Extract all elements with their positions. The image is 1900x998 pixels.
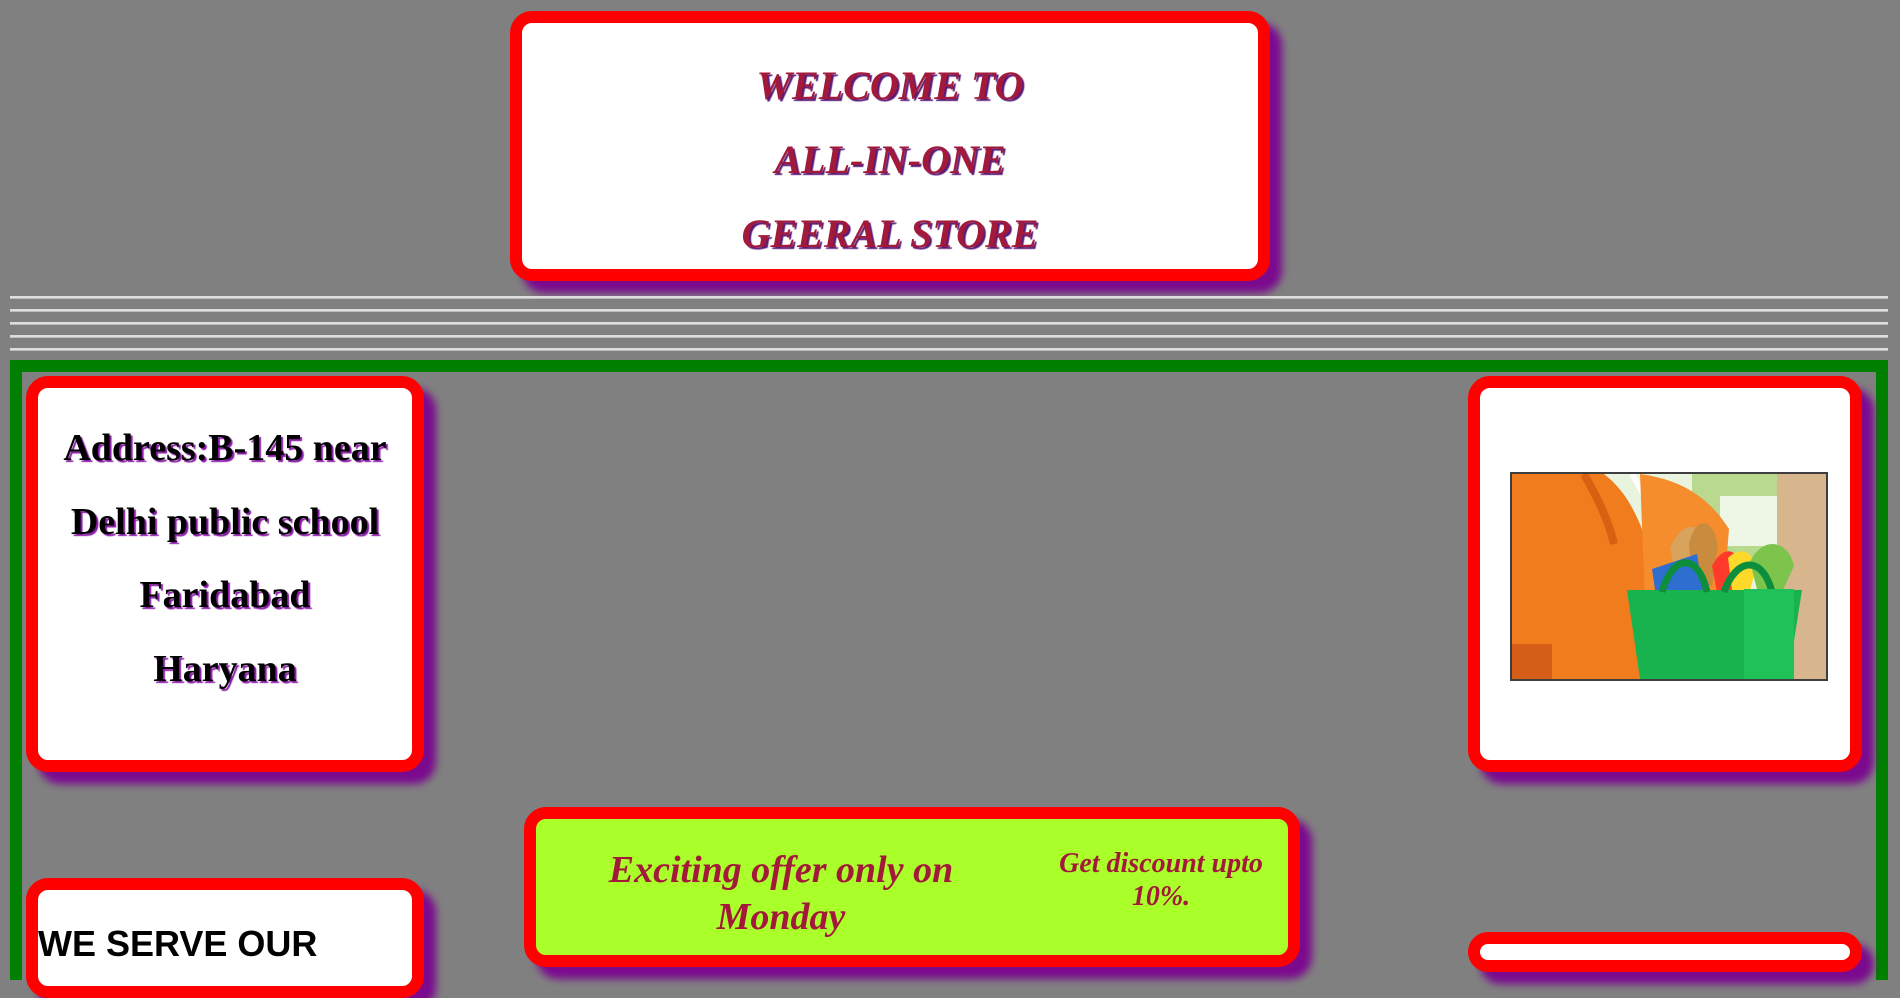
address-card: Address:B-145 near Delhi public school F… xyxy=(26,376,424,772)
divider-line-3 xyxy=(10,322,1888,324)
welcome-line-1: WELCOME TO xyxy=(756,63,1024,108)
welcome-banner: WELCOME TO ALL-IN-ONE GEERAL STORE xyxy=(510,11,1270,281)
services-card: WE SERVE OUR xyxy=(26,878,424,998)
divider-line-1 xyxy=(10,296,1888,298)
offer-banner: Exciting offer only on Monday Get discou… xyxy=(524,807,1300,967)
welcome-line-2: ALL-IN-ONE xyxy=(774,137,1006,182)
address-line-2: Delhi public school xyxy=(70,501,380,543)
grocery-delivery-illustration xyxy=(1512,474,1826,679)
address-line-4: Haryana xyxy=(153,648,297,690)
grocery-delivery-photo xyxy=(1510,472,1828,681)
divider-line-5 xyxy=(10,348,1888,350)
divider-line-2 xyxy=(10,309,1888,311)
welcome-line-3: GEERAL STORE xyxy=(741,211,1039,256)
services-heading: WE SERVE OUR xyxy=(38,923,318,964)
address-line-1: Address:B-145 near xyxy=(63,427,387,469)
right-lower-card xyxy=(1468,932,1862,972)
offer-discount-text: Get discount upto 10%. xyxy=(1059,848,1263,912)
address-line-3: Faridabad xyxy=(139,574,311,616)
divider-line-4 xyxy=(10,335,1888,337)
offer-main-text: Exciting offer only on Monday xyxy=(608,849,954,938)
